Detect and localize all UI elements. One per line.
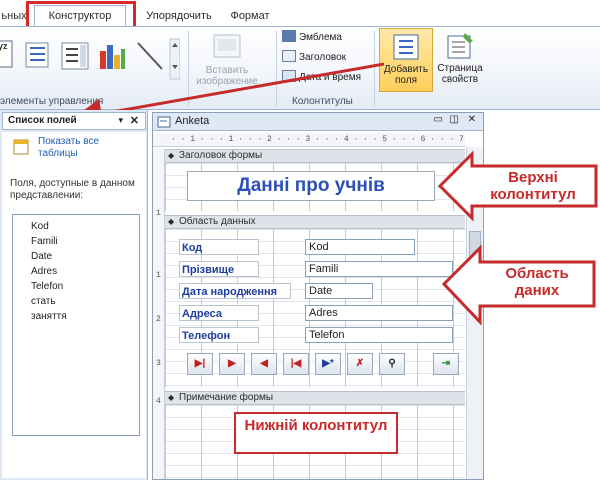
dropdown-icon[interactable]: ▾ — [118, 115, 123, 126]
ruler-tick: 1 — [156, 209, 161, 218]
ruler-tick: 2 — [156, 315, 161, 324]
field-list: Kod Famili Date Adres Telefon стать заня… — [12, 214, 140, 436]
footer-callout: Нижній колонтитул — [234, 412, 398, 454]
address-label[interactable]: Адреса — [179, 305, 259, 321]
detail-callout-text: Область даних — [505, 265, 569, 299]
form-header-section-label: Заголовок формы — [179, 150, 263, 161]
ruler-tick: 3 — [156, 359, 161, 368]
form-footer-section-label: Примечание формы — [179, 392, 274, 403]
form-header-section-bar[interactable]: ◆ Заголовок формы — [165, 149, 465, 163]
field-pane-body: Показать все таблицы Поля, доступные в д… — [2, 132, 146, 478]
form-header-grid: Данні про учнів — [165, 163, 465, 211]
surname-textbox[interactable]: Famili — [305, 261, 453, 277]
header-callout-text: Верхні колонтитул — [490, 169, 576, 203]
minimize-icon[interactable]: ▭ — [434, 114, 443, 125]
form-heading-label[interactable]: Данні про учнів — [187, 171, 435, 201]
birthdate-textbox[interactable]: Date — [305, 283, 373, 299]
address-textbox[interactable]: Adres — [305, 305, 453, 321]
detail-section-label: Область данных — [179, 216, 256, 227]
kod-label[interactable]: Код — [179, 239, 259, 255]
next-record-button[interactable]: ▶ — [219, 353, 245, 375]
field-item-zanyattya[interactable]: заняття — [31, 311, 67, 322]
field-item-kod[interactable]: Kod — [31, 221, 49, 232]
show-all-tables-link[interactable]: Показать все таблицы — [38, 136, 128, 160]
form-icon — [157, 116, 171, 128]
kod-textbox[interactable]: Kod — [305, 239, 415, 255]
horizontal-ruler: · · 1 · · · 1 · · · 2 · · · 3 · · · 4 · … — [153, 133, 465, 147]
ruler-tick: 4 — [156, 397, 161, 406]
form-titlebar: Anketa ▭ ◫ ✕ — [153, 113, 483, 131]
form-footer-section-bar[interactable]: ◆ Примечание формы — [165, 391, 465, 405]
field-item-date[interactable]: Date — [31, 251, 52, 262]
delete-record-button[interactable]: ✗ — [347, 353, 373, 375]
close-icon[interactable]: ✕ — [130, 114, 139, 127]
field-item-adres[interactable]: Adres — [31, 266, 57, 277]
field-pane-title: Список полей — [8, 115, 77, 126]
section-marker-icon: ◆ — [168, 217, 175, 226]
vertical-ruler: 1 1 2 3 4 — [153, 149, 165, 479]
table-icon — [13, 139, 29, 155]
available-fields-note: Поля, доступные в данном представлении: — [10, 178, 135, 201]
ruler-tick: 1 — [156, 271, 161, 280]
section-marker-icon: ◆ — [168, 151, 175, 160]
first-record-button[interactable]: ▶| — [187, 353, 213, 375]
field-item-famili[interactable]: Famili — [31, 236, 58, 247]
birthdate-label[interactable]: Дата народження — [179, 283, 291, 299]
surname-label[interactable]: Прізвище — [179, 261, 259, 277]
previous-record-button[interactable]: ◀ — [251, 353, 277, 375]
field-item-telefon[interactable]: Telefon — [31, 281, 63, 292]
field-list-pane: Список полей ▾ ✕ Показать все таблицы По… — [0, 110, 148, 480]
section-marker-icon: ◆ — [168, 393, 175, 402]
phone-textbox[interactable]: Telefon — [305, 327, 453, 343]
new-record-button[interactable]: ▶* — [315, 353, 341, 375]
phone-label[interactable]: Телефон — [179, 327, 259, 343]
close-window-icon[interactable]: ✕ — [468, 114, 476, 125]
field-pane-header: Список полей ▾ ✕ — [2, 112, 146, 130]
form-window-title: Anketa — [175, 115, 210, 127]
close-form-button[interactable]: ⇥ — [433, 353, 459, 375]
detail-grid: Код Kod Прізвище Famili Дата народження … — [165, 229, 465, 387]
detail-section-bar[interactable]: ◆ Область данных — [165, 215, 465, 229]
field-item-stat[interactable]: стать — [31, 296, 56, 307]
footer-callout-text: Нижній колонтитул — [244, 417, 388, 434]
restore-icon[interactable]: ◫ — [450, 114, 459, 125]
find-record-icon[interactable]: ⚲ — [379, 353, 405, 375]
last-record-button[interactable]: |◀ — [283, 353, 309, 375]
